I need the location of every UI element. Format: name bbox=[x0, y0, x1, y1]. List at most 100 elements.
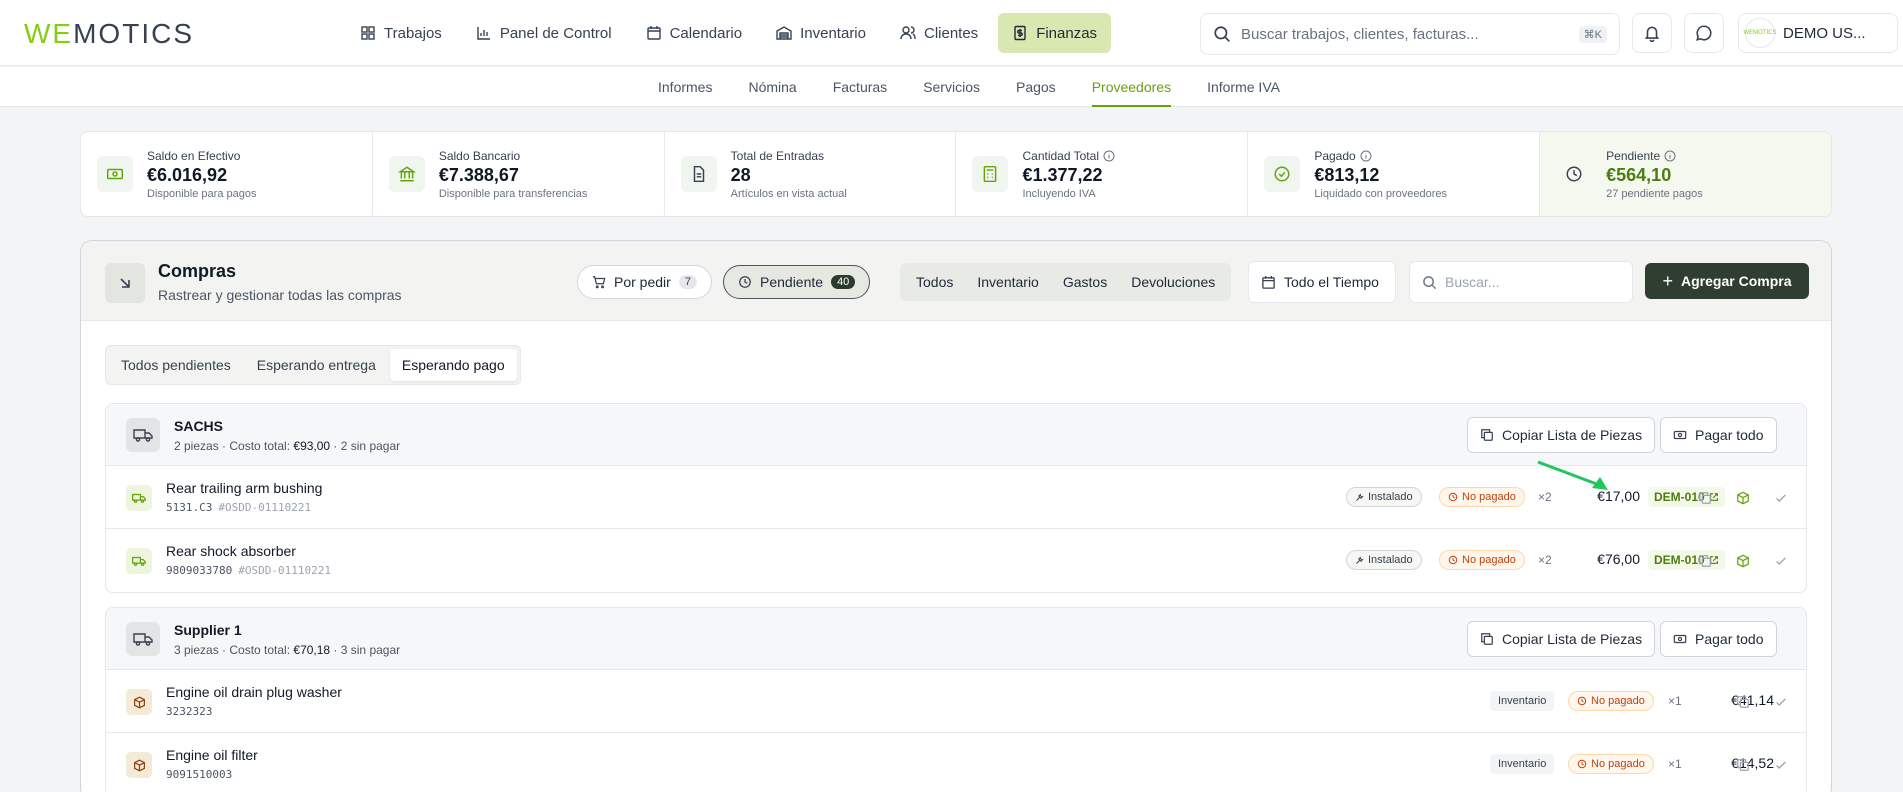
wrench-icon bbox=[1356, 555, 1364, 564]
grid-icon bbox=[361, 26, 375, 40]
payment-badge: No pagado bbox=[1439, 487, 1525, 507]
info-icon[interactable] bbox=[1103, 150, 1115, 162]
part-code: 3232323 bbox=[166, 705, 213, 718]
logo[interactable]: WEMOTICS bbox=[24, 18, 194, 50]
subtab-esperando-entrega[interactable]: Esperando entrega bbox=[245, 349, 388, 381]
bank-icon bbox=[397, 166, 416, 182]
document-icon bbox=[693, 165, 704, 183]
annotation-arrow-icon bbox=[1537, 460, 1608, 490]
table-row[interactable]: Engine oil drain plug washer 3232323 Inv… bbox=[106, 670, 1806, 733]
table-row[interactable]: Rear shock absorber 9809033780 #OSDD-0111… bbox=[106, 529, 1806, 592]
job-link[interactable]: DEM-010 bbox=[1648, 487, 1725, 507]
status-badge: Instalado bbox=[1346, 487, 1422, 507]
clock-icon bbox=[1577, 696, 1587, 706]
stats-bar: Saldo en Efectivo €6.016,92 Disponible p… bbox=[80, 131, 1832, 217]
check-icon[interactable] bbox=[1773, 757, 1789, 773]
check-icon[interactable] bbox=[1773, 553, 1789, 569]
type-segment: Todos Inventario Gastos Devoluciones bbox=[900, 263, 1232, 301]
purchase-search-input[interactable]: Buscar... bbox=[1409, 261, 1633, 303]
stat-bank: Saldo Bancario €7.388,67 Disponible para… bbox=[373, 132, 665, 216]
pay-all-button[interactable]: Pagar todo bbox=[1660, 417, 1777, 453]
table-row[interactable]: Engine oil filter 9091510003 Inventario … bbox=[106, 733, 1806, 792]
package-icon[interactable] bbox=[1735, 490, 1751, 506]
subtab-esperando-pago[interactable]: Esperando pago bbox=[389, 349, 517, 381]
clock-icon bbox=[1448, 492, 1458, 502]
count-badge: 7 bbox=[678, 275, 697, 289]
stat-total: Cantidad Total €1.377,22 Incluyendo IVA bbox=[956, 132, 1249, 216]
price: €76,00 bbox=[1597, 551, 1640, 567]
nav-trabajos[interactable]: Trabajos bbox=[346, 13, 456, 53]
tab-informes[interactable]: Informes bbox=[640, 67, 730, 107]
copy-parts-list-button[interactable]: Copiar Lista de Piezas bbox=[1467, 417, 1656, 453]
copy-parts-list-button[interactable]: Copiar Lista de Piezas bbox=[1467, 621, 1656, 657]
check-icon[interactable] bbox=[1773, 694, 1789, 710]
nav-calendario[interactable]: Calendario bbox=[632, 13, 757, 53]
user-menu-button[interactable]: WEMOTICS DEMO US... bbox=[1738, 13, 1898, 53]
nav-inventario[interactable]: Inventario bbox=[762, 13, 880, 53]
notifications-button[interactable] bbox=[1632, 13, 1672, 53]
pay-all-button[interactable]: Pagar todo bbox=[1660, 621, 1777, 657]
bar-chart-icon bbox=[477, 27, 490, 40]
tab-pagos[interactable]: Pagos bbox=[998, 67, 1074, 107]
copy-icon[interactable] bbox=[1735, 694, 1751, 710]
tab-informe-iva[interactable]: Informe IVA bbox=[1189, 67, 1298, 107]
part-code: 9091510003 bbox=[166, 768, 233, 781]
tab-proveedores[interactable]: Proveedores bbox=[1074, 67, 1189, 107]
segment-todos[interactable]: Todos bbox=[904, 274, 965, 290]
payment-badge: No pagado bbox=[1568, 691, 1654, 711]
arrow-down-right-icon bbox=[120, 278, 130, 288]
copy-icon[interactable] bbox=[1697, 553, 1713, 569]
truck-icon bbox=[132, 556, 146, 566]
job-link[interactable]: DEM-010 bbox=[1648, 550, 1725, 570]
supplier-name: SACHS bbox=[174, 418, 224, 434]
tab-nomina[interactable]: Nómina bbox=[730, 67, 814, 107]
tab-facturas[interactable]: Facturas bbox=[815, 67, 905, 107]
calendar-icon bbox=[1262, 275, 1275, 289]
copy-icon bbox=[1481, 429, 1493, 441]
tab-servicios[interactable]: Servicios bbox=[905, 67, 998, 107]
check-icon[interactable] bbox=[1773, 490, 1789, 506]
box-icon bbox=[133, 759, 145, 771]
nav-finanzas[interactable]: Finanzas bbox=[998, 13, 1112, 53]
page-subtitle: Rastrear y gestionar todas las compras bbox=[158, 287, 402, 303]
add-purchase-button[interactable]: + Agregar Compra bbox=[1645, 263, 1809, 299]
filter-pendiente[interactable]: Pendiente 40 bbox=[723, 265, 871, 299]
box-icon bbox=[133, 696, 145, 708]
time-range-button[interactable]: Todo el Tiempo bbox=[1248, 261, 1396, 303]
quantity: ×1 bbox=[1668, 694, 1682, 708]
global-search-input[interactable]: Buscar trabajos, clientes, facturas... ⌘… bbox=[1200, 13, 1620, 55]
clock-icon bbox=[1577, 759, 1587, 769]
info-icon[interactable] bbox=[1664, 150, 1676, 162]
bell-icon bbox=[1644, 26, 1660, 42]
supplier-header: Supplier 1 3 piezas · Costo total: €70,1… bbox=[106, 608, 1806, 670]
pending-subtabs: Todos pendientes Esperando entrega Esper… bbox=[105, 345, 521, 385]
copy-icon[interactable] bbox=[1735, 757, 1751, 773]
dollar-file-icon bbox=[1014, 25, 1026, 41]
part-name: Engine oil filter bbox=[166, 747, 258, 763]
wrench-icon bbox=[1356, 492, 1364, 501]
check-circle-icon bbox=[1274, 166, 1290, 182]
subtab-todos-pendientes[interactable]: Todos pendientes bbox=[109, 349, 243, 381]
copy-icon[interactable] bbox=[1697, 490, 1713, 506]
search-icon bbox=[1214, 26, 1230, 42]
info-icon[interactable] bbox=[1360, 150, 1372, 162]
nav-clientes[interactable]: Clientes bbox=[886, 13, 992, 53]
truck-icon bbox=[133, 429, 153, 442]
truck-icon bbox=[133, 633, 153, 646]
page-title: Compras bbox=[158, 261, 237, 281]
segment-devoluciones[interactable]: Devoluciones bbox=[1119, 274, 1227, 290]
messages-button[interactable] bbox=[1684, 13, 1724, 53]
clock-icon bbox=[1566, 166, 1582, 182]
package-icon[interactable] bbox=[1735, 553, 1751, 569]
supplier-name: Supplier 1 bbox=[174, 622, 242, 638]
copy-icon bbox=[1481, 633, 1493, 645]
stat-pending: Pendiente €564,10 27 pendiente pagos bbox=[1540, 132, 1831, 216]
clock-icon bbox=[1448, 555, 1458, 565]
nav-panel-control[interactable]: Panel de Control bbox=[462, 13, 626, 53]
segment-gastos[interactable]: Gastos bbox=[1051, 274, 1119, 290]
segment-inventario[interactable]: Inventario bbox=[965, 274, 1050, 290]
part-name: Rear trailing arm bushing bbox=[166, 480, 323, 496]
filter-por-pedir[interactable]: Por pedir 7 bbox=[577, 265, 712, 299]
supplier-group: Supplier 1 3 piezas · Costo total: €70,1… bbox=[105, 607, 1807, 792]
supplier-meta: 2 piezas · Costo total: €93,00 · 2 sin p… bbox=[174, 439, 401, 453]
